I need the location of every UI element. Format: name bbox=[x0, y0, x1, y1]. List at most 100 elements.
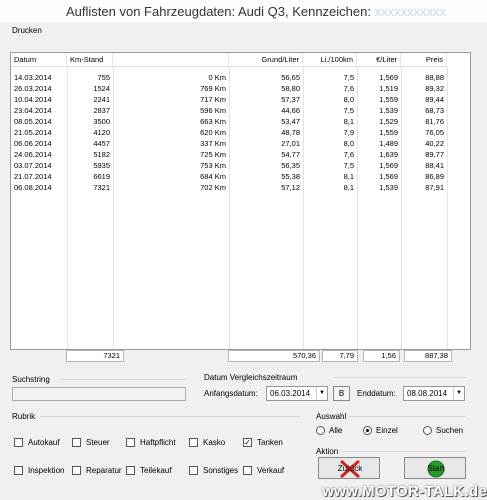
cell-date: 06.06.2014 bbox=[14, 139, 52, 148]
cell-distance: 337 Km bbox=[200, 139, 226, 148]
cell-liter: 27,01 bbox=[281, 139, 300, 148]
radio-einzel[interactable] bbox=[363, 426, 372, 435]
cell-price: 40,22 bbox=[425, 139, 444, 148]
checkbox-kasko[interactable] bbox=[189, 438, 198, 447]
checkbox-label-sonstiges[interactable]: Sonstiges bbox=[203, 466, 238, 475]
cell-km: 1524 bbox=[93, 84, 110, 93]
cell-liter: 58,80 bbox=[281, 84, 300, 93]
start-button[interactable]: Start bbox=[404, 457, 466, 479]
column-header-price-per-liter[interactable]: €/Liter bbox=[357, 53, 401, 67]
column-header-date[interactable]: Datum bbox=[11, 53, 67, 67]
back-button-label: Zurück bbox=[337, 464, 363, 473]
start-button-label: Start bbox=[427, 464, 445, 473]
checkbox-label-kasko[interactable]: Kasko bbox=[203, 438, 225, 447]
column-header-liter[interactable]: Grund/Liter bbox=[229, 53, 303, 67]
checkbox-steuer[interactable] bbox=[72, 438, 81, 447]
cell-price: 89,44 bbox=[425, 95, 444, 104]
checkbox-verkauf[interactable] bbox=[243, 466, 252, 475]
radio-suchen[interactable] bbox=[423, 426, 432, 435]
rubrik-group-line bbox=[40, 416, 300, 417]
chevron-down-icon[interactable]: ▼ bbox=[453, 387, 464, 400]
cell-date: 26.03.2014 bbox=[14, 84, 52, 93]
radio-label-einzel[interactable]: Einzel bbox=[376, 426, 398, 435]
window-title: Auflisten von Fahrzeugdaten: Audi Q3, Ke… bbox=[66, 4, 446, 19]
selection-group-line bbox=[348, 416, 466, 417]
cell-km: 7321 bbox=[93, 183, 110, 192]
cell-km: 5935 bbox=[93, 161, 110, 170]
table-row[interactable]: 10.04.2014 2241 717 Km 57,37 8,0 1,559 89,44 bbox=[11, 94, 470, 105]
cell-price: 68,73 bbox=[425, 106, 444, 115]
search-input[interactable] bbox=[12, 387, 186, 401]
checkbox-label-autokauf[interactable]: Autokauf bbox=[28, 438, 60, 447]
data-grid[interactable]: Datum Km-Stand Grund/Liter Li./100km €/L… bbox=[10, 52, 471, 350]
column-header-km[interactable]: Km-Stand bbox=[67, 53, 113, 67]
table-row[interactable]: 14.03.2014 755 0 Km 56,65 7,5 1,569 88,88 bbox=[11, 72, 470, 83]
cell-date: 23.04.2014 bbox=[14, 106, 52, 115]
chevron-down-icon[interactable]: ▼ bbox=[316, 387, 327, 400]
menu-bar bbox=[4, 26, 487, 39]
cell-date: 08.05.2014 bbox=[14, 117, 52, 126]
column-header-distance[interactable] bbox=[113, 53, 229, 67]
checkbox-label-tanken[interactable]: Tanken bbox=[257, 438, 283, 447]
total-liter: 570,36 bbox=[228, 350, 320, 362]
checkbox-autokauf[interactable] bbox=[14, 438, 23, 447]
cell-price-per-liter: 1,569 bbox=[379, 73, 398, 82]
checkbox-reparatur[interactable] bbox=[72, 466, 81, 475]
checkbox-label-verkauf[interactable]: Verkauf bbox=[257, 466, 284, 475]
cell-consumption: 8,1 bbox=[343, 183, 354, 192]
checkbox-sonstiges[interactable] bbox=[189, 466, 198, 475]
checkbox-haftpflicht[interactable] bbox=[126, 438, 135, 447]
cell-km: 6619 bbox=[93, 172, 110, 181]
checkbox-label-teilekauf[interactable]: Teilekauf bbox=[140, 466, 172, 475]
selection-label: Auswahl bbox=[316, 412, 347, 421]
cell-date: 10.04.2014 bbox=[14, 95, 52, 104]
table-row[interactable]: 03.07.2014 5935 753 Km 56,35 7,5 1,569 88,41 bbox=[11, 160, 470, 171]
start-date-value: 06.03.2014 bbox=[270, 389, 311, 398]
start-date-picker[interactable]: 06.03.2014 ▼ bbox=[266, 386, 328, 401]
checkbox-label-steuer[interactable]: Steuer bbox=[86, 438, 110, 447]
column-header-price[interactable]: Preis bbox=[401, 53, 447, 67]
compare-group-line bbox=[334, 377, 466, 378]
cell-price-per-liter: 1,559 bbox=[379, 95, 398, 104]
cell-price-per-liter: 1,539 bbox=[379, 183, 398, 192]
cell-distance: 596 Km bbox=[200, 106, 226, 115]
checkbox-inspektion[interactable] bbox=[14, 466, 23, 475]
cell-consumption: 8,1 bbox=[343, 117, 354, 126]
column-header-consumption[interactable]: Li./100km bbox=[303, 53, 357, 67]
checkbox-tanken[interactable]: ✓ bbox=[243, 438, 252, 447]
total-consumption: 7,79 bbox=[322, 350, 358, 362]
cell-distance: 717 Km bbox=[200, 95, 226, 104]
table-row[interactable]: 24.06.2014 5182 725 Km 54,77 7,6 1,639 89,77 bbox=[11, 149, 470, 160]
b-button[interactable]: B bbox=[333, 386, 350, 401]
checkbox-label-haftpflicht[interactable]: Haftpflicht bbox=[140, 438, 176, 447]
cell-distance: 620 Km bbox=[200, 128, 226, 137]
table-row[interactable]: 23.04.2014 2837 596 Km 44,66 7,5 1,539 68,73 bbox=[11, 105, 470, 116]
table-row[interactable]: 26.03.2014 1524 769 Km 58,80 7,6 1,519 89,32 bbox=[11, 83, 470, 94]
table-row[interactable]: 21.05.2014 4120 620 Km 48,78 7,9 1,559 76,05 bbox=[11, 127, 470, 138]
table-row[interactable]: 06.06.2014 4457 337 Km 27,01 8,0 1,489 40,22 bbox=[11, 138, 470, 149]
table-row[interactable]: 06.08.2014 7321 702 Km 57,12 8,1 1,539 87,91 bbox=[11, 182, 470, 193]
cell-km: 2837 bbox=[93, 106, 110, 115]
radio-label-suchen[interactable]: Suchen bbox=[436, 426, 463, 435]
cell-liter: 57,12 bbox=[281, 183, 300, 192]
cell-price-per-liter: 1,569 bbox=[379, 161, 398, 170]
table-row[interactable]: 21.07.2014 6619 684 Km 55,38 8,1 1,569 86,89 bbox=[11, 171, 470, 182]
radio-alle[interactable] bbox=[316, 426, 325, 435]
menu-print[interactable]: Drucken bbox=[12, 26, 42, 35]
cell-consumption: 7,6 bbox=[343, 84, 354, 93]
end-date-picker[interactable]: 08.08.2014 ▼ bbox=[403, 386, 465, 401]
cell-consumption: 7,5 bbox=[343, 73, 354, 82]
cell-price: 87,91 bbox=[425, 183, 444, 192]
cell-distance: 684 Km bbox=[200, 172, 226, 181]
cell-consumption: 8,0 bbox=[343, 139, 354, 148]
cell-liter: 53,47 bbox=[281, 117, 300, 126]
table-row[interactable]: 08.05.2014 3500 663 Km 53,47 8,1 1,529 81,76 bbox=[11, 116, 470, 127]
checkbox-label-reparatur[interactable]: Reparatur bbox=[86, 466, 122, 475]
cell-distance: 725 Km bbox=[200, 150, 226, 159]
cell-liter: 48,78 bbox=[281, 128, 300, 137]
checkbox-label-inspektion[interactable]: Inspektion bbox=[28, 466, 64, 475]
radio-label-alle[interactable]: Alle bbox=[329, 426, 342, 435]
checkbox-teilekauf[interactable] bbox=[126, 466, 135, 475]
back-button[interactable]: Zurück bbox=[318, 457, 380, 479]
cell-price-per-liter: 1,569 bbox=[379, 172, 398, 181]
